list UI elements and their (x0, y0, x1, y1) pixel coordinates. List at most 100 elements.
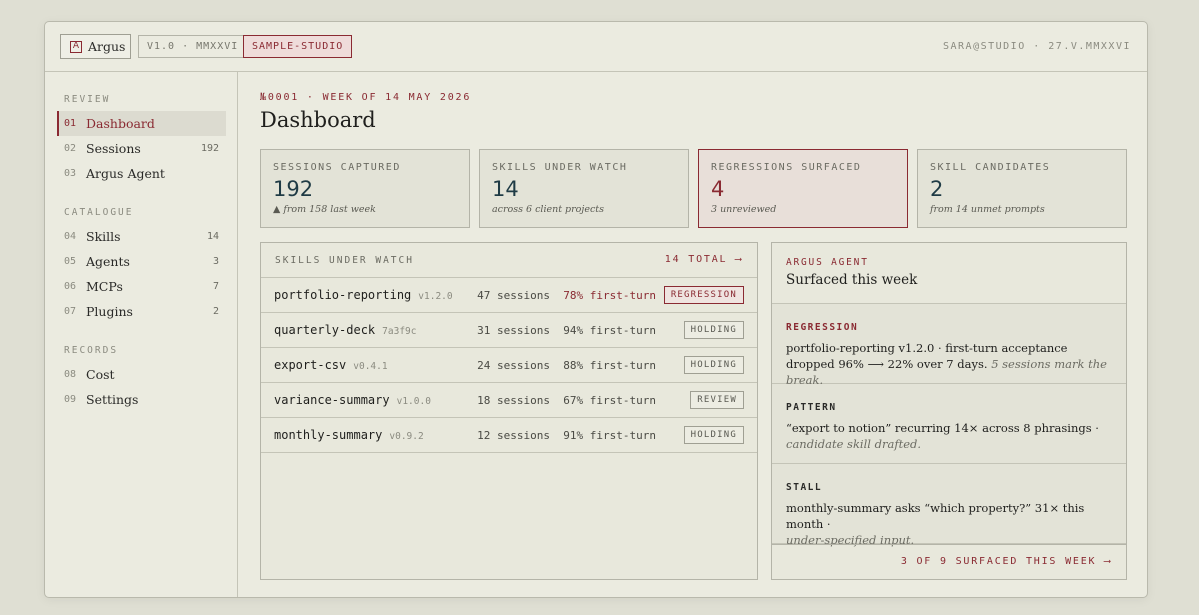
nav-label: Sessions (86, 141, 141, 156)
skill-name-text: portfolio-reporting (274, 288, 412, 302)
surfaced-count-link[interactable]: 3 OF 9 SURFACED THIS WEEK ⟶ (901, 556, 1112, 567)
sidebar-section-records: RECORDS (64, 345, 119, 356)
app-brand[interactable]: A Argus (60, 34, 131, 59)
nav-number: 03 (64, 168, 77, 179)
skill-stats: 24 sessions 88% first-turn (477, 359, 656, 372)
skill-name-text: export-csv (274, 358, 347, 372)
finding-kind: STALL (786, 482, 823, 493)
sidebar-item-dashboard[interactable]: 01 Dashboard (57, 111, 226, 136)
agent-finding-regression[interactable]: REGRESSION portfolio-reporting v1.2.0 · … (772, 304, 1126, 387)
top-bar: A Argus V1.0 · MMXXVI SAMPLE-STUDIO SARA… (45, 22, 1147, 72)
skills-panel: SKILLS UNDER WATCH 14 TOTAL ⟶ portfolio-… (260, 242, 758, 580)
skill-sessions: 31 sessions (477, 324, 551, 337)
stat-card-candidates[interactable]: SKILL CANDIDATES 2 from 14 unmet prompts (917, 149, 1127, 228)
page-eyebrow: №0001 · WEEK OF 14 MAY 2026 (260, 92, 472, 103)
nav-label: Plugins (86, 304, 133, 319)
stat-sub: 3 unreviewed (711, 204, 777, 215)
nav-count: 7 (212, 281, 219, 292)
nav-number: 04 (64, 231, 77, 242)
skill-row[interactable]: quarterly-deck 7a3f9c 31 sessions 94% fir… (261, 313, 757, 348)
stat-label: SKILL CANDIDATES (930, 162, 1051, 173)
skill-name: export-csv v0.4.1 (274, 358, 388, 372)
nav-label: Agents (86, 254, 130, 269)
nav-label: Dashboard (86, 116, 155, 131)
skill-row[interactable]: variance-summary v1.0.0 18 sessions 67% f… (261, 383, 757, 418)
stat-label: SKILLS UNDER WATCH (492, 162, 628, 173)
sidebar-item-agents[interactable]: 05 Agents 3 (57, 249, 226, 274)
sidebar-item-cost[interactable]: 08 Cost (57, 362, 226, 387)
status-badge: REVIEW (690, 391, 744, 409)
skills-total-link[interactable]: 14 TOTAL ⟶ (665, 254, 743, 265)
nav-number: 05 (64, 256, 77, 267)
agent-finding-stall[interactable]: STALL monthly-summary asks “which proper… (772, 464, 1126, 547)
agent-panel-footer: 3 OF 9 SURFACED THIS WEEK ⟶ (772, 544, 1126, 579)
skill-stats: 12 sessions 91% first-turn (477, 429, 656, 442)
skill-name: monthly-summary v0.9.2 (274, 428, 424, 442)
sidebar-item-settings[interactable]: 09 Settings (57, 387, 226, 412)
stat-label: SESSIONS CAPTURED (273, 162, 401, 173)
nav-number: 08 (64, 369, 77, 380)
finding-text: “export to notion” recurring 14× across … (786, 420, 1116, 452)
sidebar: REVIEW 01 Dashboard 02 Sessions 192 03 A… (45, 72, 238, 597)
stat-card-skills[interactable]: SKILLS UNDER WATCH 14 across 6 client pr… (479, 149, 689, 228)
skill-name-text: monthly-summary (274, 428, 383, 442)
stat-value: 2 (930, 177, 944, 201)
nav-number: 06 (64, 281, 77, 292)
skill-row[interactable]: monthly-summary v0.9.2 12 sessions 91% fi… (261, 418, 757, 453)
skill-stats: 18 sessions 67% first-turn (477, 394, 656, 407)
nav-label: Skills (86, 229, 121, 244)
nav-label: Cost (86, 367, 115, 382)
user-date: SARA@STUDIO · 27.V.MMXXVI (942, 41, 1131, 52)
stat-card-sessions[interactable]: SESSIONS CAPTURED 192 ▲ from 158 last we… (260, 149, 470, 228)
skill-version: v0.9.2 (389, 431, 424, 442)
nav-count: 192 (200, 143, 219, 154)
skill-sessions: 24 sessions (477, 359, 551, 372)
argus-logo-icon: A (70, 40, 82, 53)
skill-version: v1.0.0 (396, 396, 431, 407)
finding-note: candidate skill drafted. (786, 437, 922, 451)
status-badge: HOLDING (683, 321, 744, 339)
nav-count: 3 (212, 256, 219, 267)
agent-panel: ARGUS AGENT Surfaced this week REGRESSIO… (771, 242, 1127, 580)
finding-text: portfolio-reporting v1.2.0 · first-turn … (786, 340, 1116, 388)
skill-stats: 47 sessions 78% first-turn (477, 289, 656, 302)
skill-version: v1.2.0 (418, 291, 453, 302)
stat-sub: across 6 client projects (492, 204, 604, 215)
sidebar-item-skills[interactable]: 04 Skills 14 (57, 224, 226, 249)
agent-panel-header: ARGUS AGENT Surfaced this week (772, 243, 1126, 304)
stat-value: 4 (711, 177, 725, 201)
skill-first-turn: 78% first-turn (563, 289, 656, 302)
finding-body: monthly-summary asks “which property?” 3… (786, 501, 1085, 531)
nav-label: MCPs (86, 279, 123, 294)
sidebar-item-argus-agent[interactable]: 03 Argus Agent (57, 161, 226, 186)
finding-body: “export to notion” recurring 14× across … (786, 421, 1099, 435)
skill-row[interactable]: export-csv v0.4.1 24 sessions 88% first-t… (261, 348, 757, 383)
finding-kind: REGRESSION (786, 322, 859, 333)
sidebar-section-review: REVIEW (64, 94, 111, 105)
app-name: Argus (88, 39, 126, 54)
finding-text: monthly-summary asks “which property?” 3… (786, 500, 1116, 548)
skill-version: v0.4.1 (353, 361, 388, 372)
stat-card-regressions[interactable]: REGRESSIONS SURFACED 4 3 unreviewed (698, 149, 908, 228)
skills-panel-header: SKILLS UNDER WATCH 14 TOTAL ⟶ (261, 243, 757, 278)
stat-sub: ▲ from 158 last week (273, 204, 376, 215)
skill-first-turn: 91% first-turn (563, 429, 656, 442)
sidebar-item-sessions[interactable]: 02 Sessions 192 (57, 136, 226, 161)
nav-label: Argus Agent (86, 166, 165, 181)
stat-value: 14 (492, 177, 519, 201)
skills-panel-title: SKILLS UNDER WATCH (275, 255, 414, 266)
skill-version: 7a3f9c (382, 326, 417, 337)
nav-number: 07 (64, 306, 77, 317)
skill-sessions: 47 sessions (477, 289, 551, 302)
workspace-switcher[interactable]: SAMPLE-STUDIO (243, 35, 353, 58)
nav-count: 2 (212, 306, 219, 317)
skill-first-turn: 94% first-turn (563, 324, 656, 337)
main-content: №0001 · WEEK OF 14 MAY 2026 Dashboard SE… (239, 72, 1147, 597)
sidebar-item-mcps[interactable]: 06 MCPs 7 (57, 274, 226, 299)
sidebar-item-plugins[interactable]: 07 Plugins 2 (57, 299, 226, 324)
nav-label: Settings (86, 392, 139, 407)
skill-name-text: quarterly-deck (274, 323, 376, 337)
skill-row[interactable]: portfolio-reporting v1.2.0 47 sessions 78… (261, 278, 757, 313)
agent-finding-pattern[interactable]: PATTERN “export to notion” recurring 14×… (772, 384, 1126, 464)
nav-number: 02 (64, 143, 77, 154)
